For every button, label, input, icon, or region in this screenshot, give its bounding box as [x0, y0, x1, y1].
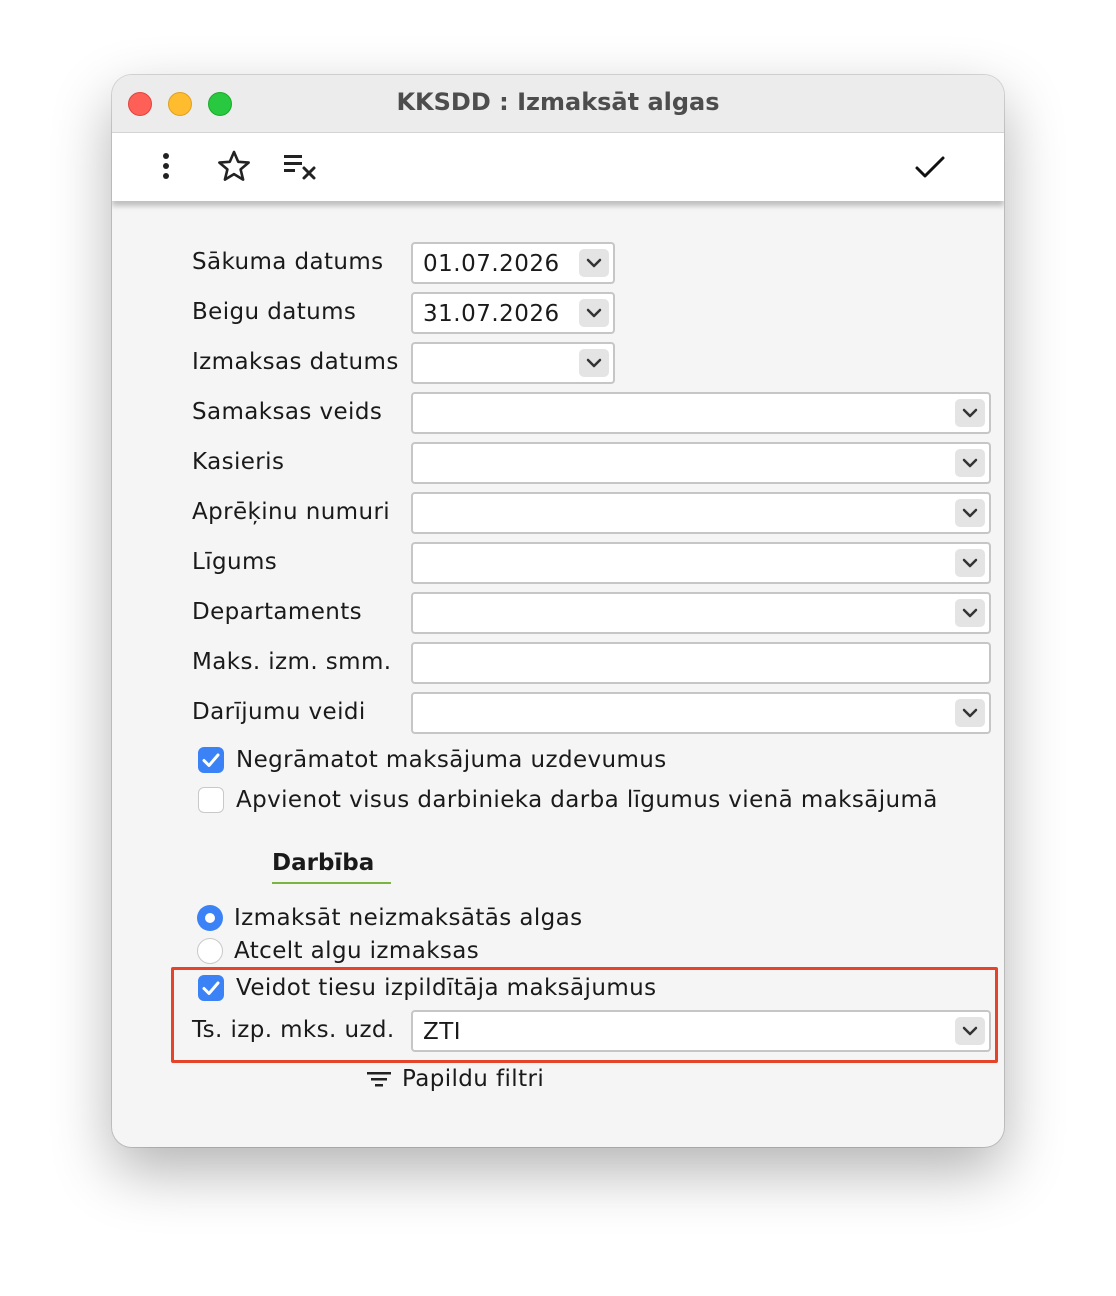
merge-contracts-checkbox[interactable] — [198, 787, 224, 813]
title-bar: KKSDD : Izmaksāt algas — [112, 75, 1004, 133]
toolbar — [112, 133, 1004, 201]
radio-pay-unpaid[interactable] — [197, 905, 223, 931]
transaction-types-label: Darījumu veidi — [192, 699, 366, 725]
chevron-down-icon[interactable] — [955, 699, 985, 727]
merge-contracts-label[interactable]: Apvienot visus darbinieka darba līgumus … — [236, 787, 938, 813]
payout-date-label: Izmaksas datums — [192, 349, 399, 375]
payout-date-field[interactable] — [411, 342, 615, 384]
highlight-box — [171, 967, 998, 1063]
department-label: Departaments — [192, 599, 363, 625]
chevron-down-icon[interactable] — [955, 499, 985, 527]
window-title: KKSDD : Izmaksāt algas — [396, 88, 720, 116]
chevron-down-icon[interactable] — [579, 349, 609, 377]
chevron-down-icon[interactable] — [579, 249, 609, 277]
cashier-select[interactable] — [411, 442, 991, 484]
max-amount-input[interactable] — [411, 642, 991, 684]
contract-select[interactable] — [411, 542, 991, 584]
extra-filters-link[interactable]: Papildu filtri — [402, 1066, 544, 1092]
chevron-down-icon[interactable] — [955, 449, 985, 477]
radio-cancel-payouts-label[interactable]: Atcelt algu izmaksas — [234, 938, 479, 964]
start-date-field[interactable]: 01.07.2026 — [411, 242, 615, 284]
clear-filter-icon[interactable] — [282, 149, 318, 185]
cashier-label: Kasieris — [192, 449, 285, 475]
start-date-label: Sākuma datums — [192, 249, 384, 275]
filter-icon[interactable] — [364, 1065, 394, 1095]
end-date-value: 31.07.2026 — [423, 301, 560, 327]
no-booking-label[interactable]: Negrāmatot maksājuma uzdevumus — [236, 747, 667, 773]
transaction-types-select[interactable] — [411, 692, 991, 734]
calc-numbers-select[interactable] — [411, 492, 991, 534]
star-icon[interactable] — [216, 149, 252, 185]
checkmark-icon — [202, 753, 220, 767]
action-section-title: Darbība — [272, 850, 375, 876]
end-date-field[interactable]: 31.07.2026 — [411, 292, 615, 334]
calc-numbers-label: Aprēķinu numuri — [192, 499, 391, 525]
radio-pay-unpaid-label[interactable]: Izmaksāt neizmaksātās algas — [234, 905, 583, 931]
checkmark-icon[interactable] — [912, 149, 948, 185]
start-date-value: 01.07.2026 — [423, 251, 560, 277]
payment-type-label: Samaksas veids — [192, 399, 383, 425]
payment-type-select[interactable] — [411, 392, 991, 434]
contract-label: Līgums — [192, 549, 278, 575]
end-date-label: Beigu datums — [192, 299, 357, 325]
radio-cancel-payouts[interactable] — [197, 938, 223, 964]
chevron-down-icon[interactable] — [955, 549, 985, 577]
chevron-down-icon[interactable] — [579, 299, 609, 327]
more-vertical-icon[interactable] — [148, 149, 184, 185]
section-underline — [272, 882, 391, 884]
chevron-down-icon[interactable] — [955, 399, 985, 427]
chevron-down-icon[interactable] — [955, 599, 985, 627]
department-select[interactable] — [411, 592, 991, 634]
no-booking-checkbox[interactable] — [198, 747, 224, 773]
max-amount-label: Maks. izm. smm. — [192, 649, 392, 675]
